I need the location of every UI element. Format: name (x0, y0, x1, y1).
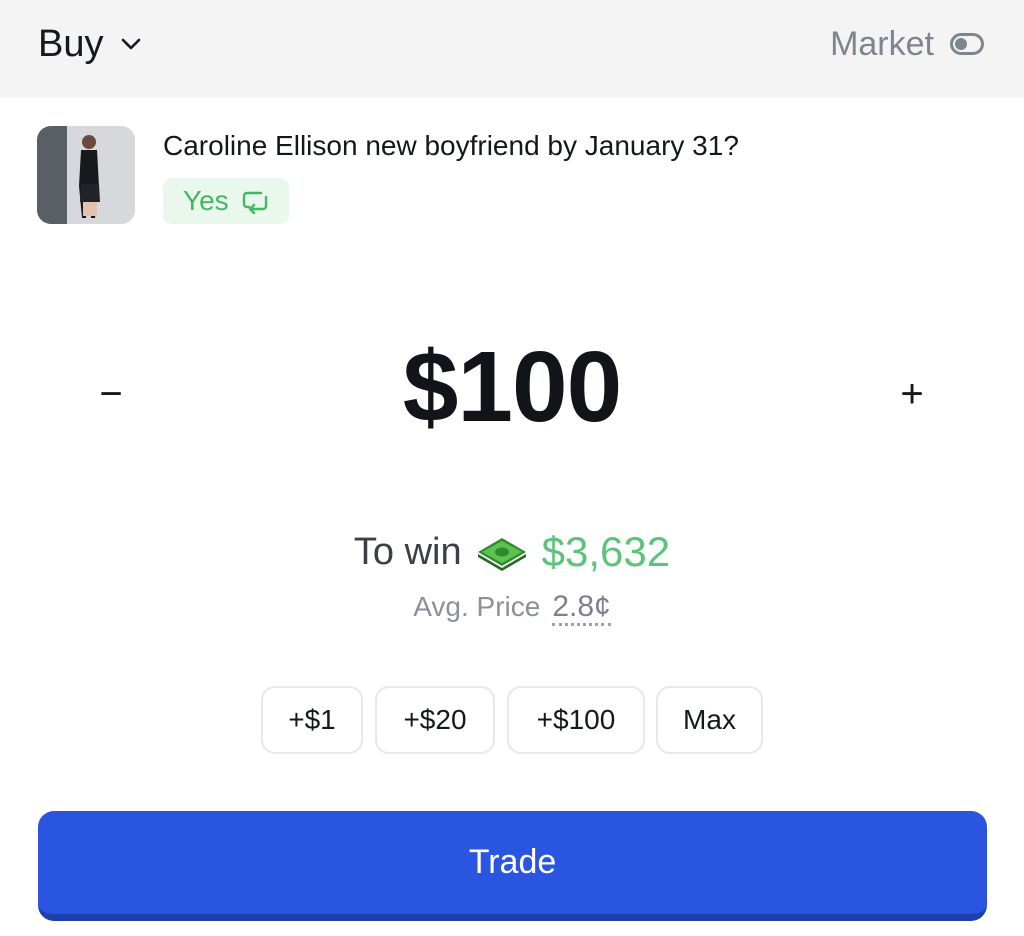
quick-add-20-button[interactable]: +$20 (375, 686, 495, 754)
to-win-value: $3,632 (541, 528, 671, 575)
market-question: Caroline Ellison new boyfriend by Januar… (163, 130, 739, 161)
toggle-icon[interactable] (950, 33, 984, 55)
trade-button[interactable]: Trade (38, 811, 987, 921)
to-win-summary: To win $3,632 (0, 528, 1024, 576)
outcome-chip[interactable]: Yes (163, 178, 289, 224)
money-icon (477, 538, 526, 571)
order-header: Buy Market (0, 0, 1024, 98)
market-thumbnail (37, 126, 135, 224)
order-type-label: Market (830, 24, 934, 63)
swap-icon (242, 191, 267, 214)
avg-price-value[interactable]: 2.8¢ (552, 590, 611, 626)
quick-add-100-button[interactable]: +$100 (507, 686, 645, 754)
to-win-label: To win (353, 530, 462, 573)
avg-price-summary: Avg. Price 2.8¢ (0, 590, 1024, 626)
max-amount-button[interactable]: Max (656, 686, 763, 754)
quick-amount-buttons: +$1 +$20 +$100 Max (0, 686, 1024, 754)
chevron-down-icon (122, 38, 141, 50)
order-amount[interactable]: $100 (0, 330, 1024, 445)
side-label: Buy (38, 22, 104, 65)
increase-amount-button[interactable]: + (884, 366, 940, 422)
market-info: Caroline Ellison new boyfriend by Januar… (37, 126, 987, 226)
avg-price-label: Avg. Price (413, 591, 541, 622)
order-type-toggle[interactable]: Market (830, 20, 984, 68)
outcome-label: Yes (183, 185, 229, 216)
person-photo-icon (37, 126, 135, 224)
quick-add-1-button[interactable]: +$1 (261, 686, 363, 754)
side-dropdown[interactable]: Buy (38, 20, 143, 68)
